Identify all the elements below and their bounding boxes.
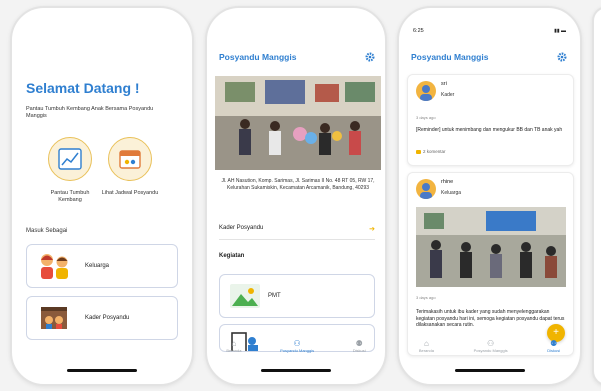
nav-posyandu[interactable]: ⚇ Posyandu Manggis bbox=[280, 339, 314, 353]
role-kader-label: Kader Posyandu bbox=[85, 315, 130, 321]
post-time: 3 days ago bbox=[416, 115, 436, 120]
forum-post[interactable]: sri Kader 3 days ago [Reminder] untuk me… bbox=[407, 74, 574, 166]
arrow-right-icon: ➔ bbox=[369, 226, 375, 233]
posyandu-photo bbox=[215, 76, 381, 170]
post-role: Kader bbox=[441, 92, 455, 98]
page-title: Posyandu Manggis bbox=[411, 52, 489, 62]
status-time: 6:25 bbox=[413, 28, 424, 34]
role-kader-button[interactable]: Kader Posyandu bbox=[26, 296, 178, 340]
posyandu-address: Jl. AH Nasution, Komp. Sarimas, Jl. Sari… bbox=[221, 178, 375, 191]
role-family-label: Keluarga bbox=[85, 263, 110, 269]
home-indicator bbox=[454, 369, 525, 372]
schedule-button[interactable] bbox=[108, 137, 152, 181]
person-icon: ⚇ bbox=[293, 339, 301, 348]
kader-posyandu-link[interactable]: Kader Posyandu ➔ bbox=[219, 225, 375, 240]
post-photo bbox=[416, 207, 566, 287]
kader-icon bbox=[41, 307, 67, 329]
battery-icon: ▬ bbox=[561, 28, 566, 34]
post-time: 3 days ago bbox=[416, 295, 436, 300]
avatar bbox=[416, 81, 436, 101]
group-icon: ⚉ bbox=[550, 339, 558, 348]
calendar-icon bbox=[119, 150, 141, 169]
kegiatan-heading: Kegiatan bbox=[219, 253, 245, 259]
nav-posyandu[interactable]: ⚇ Posyandu Manggis bbox=[474, 339, 508, 353]
nav-home[interactable]: ⌂ Beranda bbox=[419, 339, 434, 353]
home-indicator bbox=[67, 369, 137, 372]
activity-label: PMT bbox=[268, 293, 281, 299]
home-indicator bbox=[261, 369, 331, 372]
home-icon: ⌂ bbox=[231, 339, 237, 348]
avatar bbox=[416, 179, 436, 199]
nav-home[interactable]: ⌂ Beranda bbox=[226, 339, 241, 353]
post-author: sri bbox=[441, 81, 447, 87]
comment-icon bbox=[416, 149, 421, 154]
post-role: Keluarga bbox=[441, 190, 462, 196]
welcome-title: Selamat Datang ! bbox=[26, 80, 140, 96]
phone-screen-partial bbox=[592, 6, 601, 386]
post-text: [Reminder] untuk menimbang dan mengukur … bbox=[416, 127, 563, 133]
phone-screen-posyandu: Posyandu Manggis Jl. AH Nasution, Komp. … bbox=[205, 6, 387, 386]
login-as-heading: Masuk Sebagai bbox=[26, 228, 68, 234]
phone-screen-forum: 6:25 ▮▮ ▬ Posyandu Manggis sri Kader 3 d… bbox=[397, 6, 582, 386]
group-icon: ⚉ bbox=[355, 339, 363, 348]
schedule-label: Lihat Jadwal Posyandu bbox=[101, 190, 159, 196]
family-icon bbox=[41, 254, 68, 279]
growth-monitor-label: Pantau Tumbuh Kembang bbox=[50, 190, 90, 203]
role-family-button[interactable]: Keluarga bbox=[26, 244, 178, 288]
bottom-navigation: ⌂ Beranda ⚇ Posyandu Manggis ⚉ Diskusi bbox=[207, 334, 385, 358]
nav-forum[interactable]: ⚉ Diskusi bbox=[547, 339, 560, 353]
gear-icon[interactable] bbox=[557, 52, 567, 62]
signal-icon: ▮▮ bbox=[554, 28, 560, 34]
image-placeholder-icon bbox=[230, 284, 260, 308]
phone-screen-welcome: Selamat Datang ! Pantau Tumbuh Kembang A… bbox=[10, 6, 194, 386]
activity-card-pmt[interactable]: PMT bbox=[219, 274, 375, 318]
post-author: rhine bbox=[441, 179, 454, 185]
home-icon: ⌂ bbox=[423, 339, 429, 348]
post-text: Terimakasih untuk ibu kader yang sudah m… bbox=[416, 309, 565, 328]
page-title: Posyandu Manggis bbox=[219, 52, 297, 62]
welcome-subtitle: Pantau Tumbuh Kembang Anak Bersama Posya… bbox=[26, 106, 154, 119]
gear-icon[interactable] bbox=[365, 52, 375, 62]
comment-count[interactable]: 2 komentar bbox=[416, 149, 446, 154]
growth-monitor-button[interactable] bbox=[48, 137, 92, 181]
status-icons: ▮▮ ▬ bbox=[554, 28, 566, 34]
nav-forum[interactable]: ⚉ Diskusi bbox=[353, 339, 366, 353]
person-icon: ⚇ bbox=[487, 339, 495, 348]
kader-posyandu-label: Kader Posyandu bbox=[219, 225, 264, 231]
bottom-navigation: ⌂ Beranda ⚇ Posyandu Manggis ⚉ Diskusi bbox=[399, 334, 580, 358]
growth-chart-icon bbox=[58, 148, 82, 170]
